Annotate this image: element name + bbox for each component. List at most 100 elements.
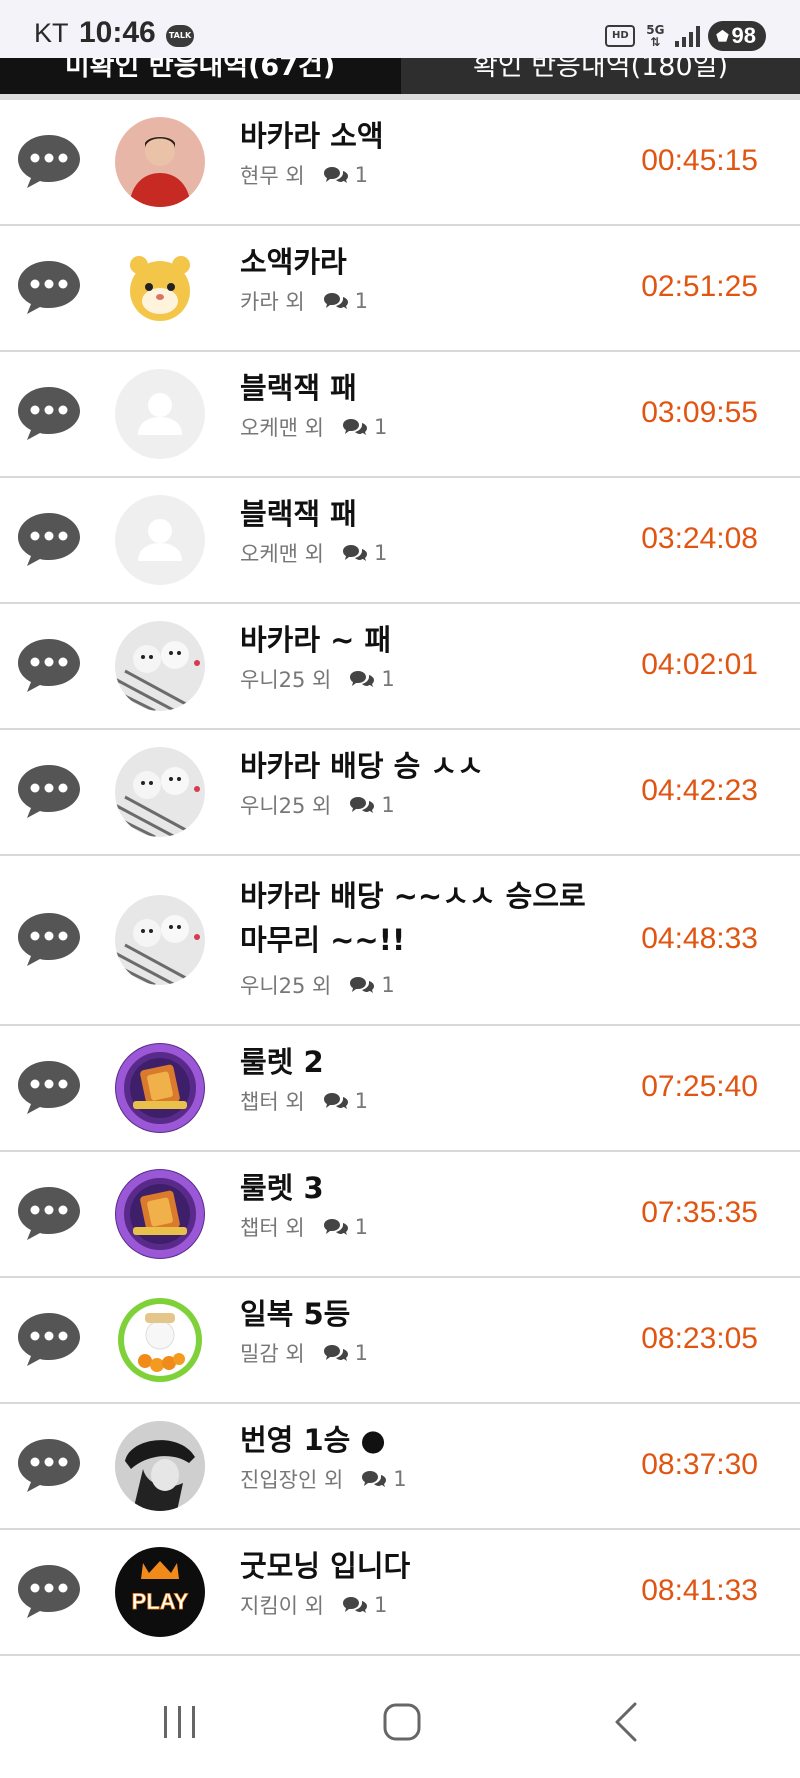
svg-text:PLAY: PLAY: [132, 1589, 189, 1614]
post-title: 블랙잭 패: [240, 497, 357, 531]
post-meta: 밀감 외 1: [240, 1338, 368, 1368]
recent-apps-icon[interactable]: [150, 1692, 210, 1752]
reaction-row[interactable]: 바카라 배당 ~~ㅅㅅ 승으로 마무리 ~~!! 우니25 외 1 04:48:33: [0, 856, 800, 1026]
post-meta: 우니25 외 1: [240, 970, 395, 1000]
battery-level: 98: [731, 23, 756, 48]
avatar[interactable]: [115, 1169, 205, 1259]
comment-count: 1: [354, 1215, 369, 1239]
avatar[interactable]: [115, 1421, 205, 1511]
tab-unchecked-reactions[interactable]: 미확인 반응내역(67건): [0, 58, 400, 94]
chat-bubble-icon: [16, 132, 82, 190]
tab-label: 미확인 반응내역(67건): [64, 58, 336, 82]
comment-count: 1: [381, 793, 395, 817]
comment-icon: [323, 1091, 349, 1111]
avatar[interactable]: [115, 117, 205, 207]
comment-count: 1: [393, 1467, 407, 1491]
home-icon[interactable]: [372, 1692, 432, 1752]
tab-label: 확인 반응내역(180일): [472, 58, 729, 82]
post-title: 일복 5등: [240, 1297, 351, 1331]
avatar[interactable]: [115, 621, 205, 711]
reaction-user: 오케맨 외: [240, 416, 324, 440]
reaction-user: 지킴이 외: [240, 1594, 324, 1618]
post-title: 룰렛 2: [240, 1045, 324, 1079]
back-icon[interactable]: [597, 1692, 657, 1752]
chat-bubble-icon: [16, 1436, 82, 1494]
tab-bar: 미확인 반응내역(67건) 확인 반응내역(180일): [0, 58, 800, 94]
reaction-time: 04:42:23: [641, 774, 758, 807]
reaction-user: 카라 외: [240, 290, 305, 314]
avatar[interactable]: [115, 369, 205, 459]
network-5g-icon: 5G ⇅: [646, 23, 665, 49]
post-title: 바카라 배당 ~~ㅅㅅ 승으로 마무리 ~~!!: [240, 879, 586, 957]
avatar[interactable]: [115, 895, 205, 985]
reaction-row[interactable]: 바카라 배당 승 ㅅㅅ 우니25 외 1 04:42:23: [0, 730, 800, 856]
post-meta: 카라 외 1: [240, 286, 368, 316]
reaction-time: 03:24:08: [641, 522, 758, 555]
reaction-user: 우니25 외: [240, 794, 332, 818]
navigation-bar: [0, 1670, 800, 1778]
post-meta: 오케맨 외 1: [240, 538, 387, 568]
reaction-user: 챕터 외: [240, 1090, 305, 1114]
reaction-row[interactable]: 블랙잭 패오케맨 외 1 03:24:08: [0, 478, 800, 604]
hd-icon: HD: [605, 25, 636, 47]
signal-icon: [675, 25, 701, 47]
chat-bubble-icon: [16, 762, 82, 820]
comment-count: 1: [373, 1593, 388, 1617]
chat-bubble-icon: [16, 1562, 82, 1620]
reaction-user: 진입장인 외: [240, 1468, 344, 1492]
talk-notification-icon: TALK: [166, 25, 194, 47]
comment-count: 1: [381, 973, 395, 997]
post-meta: 진입장인 외 1: [240, 1464, 407, 1494]
avatar[interactable]: PLAY: [115, 1547, 205, 1637]
post-title: 바카라 소액: [240, 119, 384, 153]
reaction-row[interactable]: 룰렛 2 챕터 외 1 07:25:40: [0, 1026, 800, 1152]
chat-bubble-icon: [16, 1184, 82, 1242]
post-title: 굿모닝 입니다: [240, 1549, 411, 1583]
post-title: 번영 1승 ●: [240, 1423, 386, 1457]
avatar[interactable]: [115, 495, 205, 585]
post-meta: 현무 외 1: [240, 160, 368, 190]
reaction-time: 04:02:01: [641, 648, 758, 681]
comment-icon: [342, 417, 368, 437]
chat-bubble-icon: [16, 910, 82, 968]
comment-count: 1: [354, 1089, 369, 1113]
avatar[interactable]: [115, 1043, 205, 1133]
reaction-user: 현무 외: [240, 164, 305, 188]
reaction-time: 03:09:55: [641, 396, 758, 429]
comment-icon: [349, 669, 375, 689]
reaction-time: 08:41:33: [641, 1574, 758, 1607]
tab-checked-reactions[interactable]: 확인 반응내역(180일): [401, 58, 800, 94]
avatar[interactable]: [115, 243, 205, 333]
avatar[interactable]: [115, 1295, 205, 1385]
reaction-row[interactable]: 룰렛 3 챕터 외 1 07:35:35: [0, 1152, 800, 1278]
carrier-label: KT: [34, 18, 69, 48]
reaction-row[interactable]: PLAY 굿모닝 입니다지킴이 외 1 08:41:33: [0, 1530, 800, 1656]
post-meta: 우니25 외 1: [240, 664, 395, 694]
comment-icon: [349, 975, 375, 995]
reaction-row[interactable]: 바카라 ~ 패우니25 외 1 04:02:01: [0, 604, 800, 730]
post-title: 블랙잭 패: [240, 371, 357, 405]
chat-bubble-icon: [16, 1310, 82, 1368]
comment-icon: [323, 165, 349, 185]
avatar[interactable]: [115, 747, 205, 837]
comment-icon: [323, 291, 349, 311]
comment-icon: [323, 1343, 349, 1363]
comment-icon: [323, 1217, 349, 1237]
reaction-time: 08:37:30: [641, 1448, 758, 1481]
reaction-time: 08:23:05: [641, 1322, 758, 1355]
reaction-user: 우니25 외: [240, 668, 332, 692]
reaction-row[interactable]: 일복 5등밀감 외 1 08:23:05: [0, 1278, 800, 1404]
system-icons: HD 5G ⇅ ⬟ 98: [605, 20, 766, 52]
reaction-time: 04:48:33: [641, 922, 758, 955]
comment-count: 1: [354, 289, 369, 313]
reaction-row[interactable]: 블랙잭 패 오케맨 외 1 03:09:55: [0, 352, 800, 478]
post-title: 바카라 ~ 패: [240, 623, 392, 657]
reaction-row[interactable]: 번영 1승 ● 진입장인 외 1 08:37:30: [0, 1404, 800, 1530]
post-title: 바카라 배당 승 ㅅㅅ: [240, 749, 484, 783]
chat-bubble-icon: [16, 510, 82, 568]
comment-count: 1: [354, 1341, 369, 1365]
reaction-user: 밀감 외: [240, 1342, 305, 1366]
reaction-row[interactable]: 소액카라 카라 외 1 02:51:25: [0, 226, 800, 352]
reaction-user: 챕터 외: [240, 1216, 305, 1240]
reaction-row[interactable]: 바카라 소액 현무 외 1 00:45:15: [0, 100, 800, 226]
